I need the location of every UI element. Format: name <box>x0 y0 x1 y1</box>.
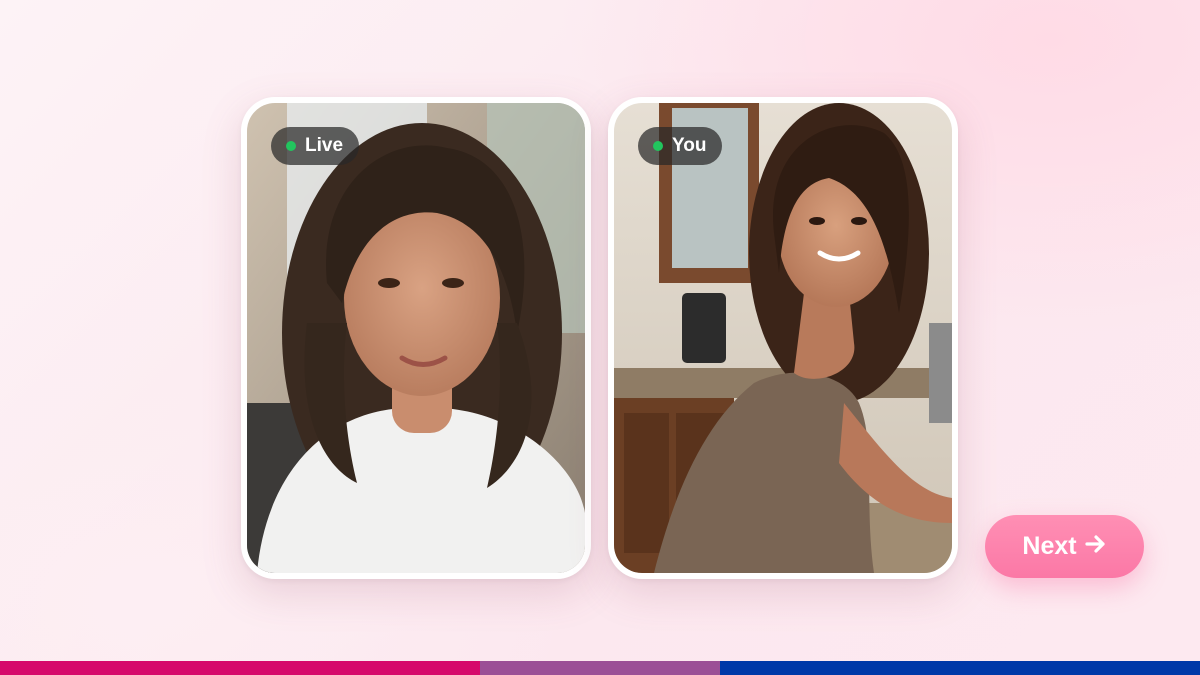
you-badge-label: You <box>672 135 707 156</box>
you-status-dot <box>653 141 663 151</box>
live-photo: Live <box>247 103 585 573</box>
next-button-label: Next <box>1022 532 1077 560</box>
live-photo-illustration <box>247 103 585 573</box>
stripe-segment-2 <box>480 661 720 675</box>
stripe-segment-1 <box>0 661 480 675</box>
next-button[interactable]: Next <box>985 515 1144 578</box>
live-status-dot <box>286 141 296 151</box>
you-badge: You <box>638 127 723 165</box>
bottom-color-stripe <box>0 661 1200 675</box>
live-badge: Live <box>271 127 360 165</box>
profile-photo: You <box>614 103 952 573</box>
verification-screen: Live You Next <box>0 0 1200 675</box>
profile-photo-illustration <box>614 103 952 573</box>
live-badge-label: Live <box>305 135 344 156</box>
arrow-right-icon <box>1084 534 1107 559</box>
stripe-segment-3 <box>720 661 1200 675</box>
live-photo-card: Live <box>241 97 591 579</box>
profile-photo-card: You <box>608 97 958 579</box>
